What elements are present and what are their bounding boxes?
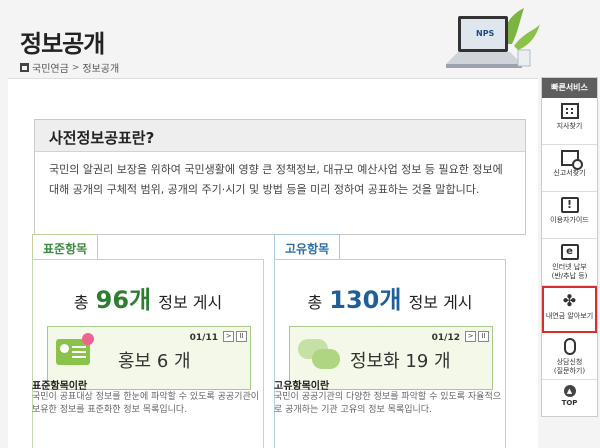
unique-panel: 총 130개 정보 게시 01/12 > II 정보화 19 개 bbox=[274, 259, 506, 448]
home-icon[interactable] bbox=[20, 63, 29, 72]
unique-desc-title: 고유항목이란 bbox=[274, 381, 330, 392]
standard-count-number: 96개 bbox=[95, 286, 152, 314]
quick-item-forms[interactable]: 신고서찾기 bbox=[542, 145, 597, 192]
chevron-right-icon: > bbox=[71, 62, 80, 73]
quick-item-sublabel: (반/추납 등) bbox=[551, 272, 588, 280]
page-title: 정보공개 bbox=[20, 30, 105, 58]
building-icon bbox=[560, 103, 579, 119]
quick-item-label: 상담신청 bbox=[556, 358, 583, 366]
quick-item-label: 인터넷 납부 bbox=[552, 263, 587, 271]
laptop-logo: NPS bbox=[476, 29, 495, 38]
count-prefix: 총 bbox=[307, 293, 323, 312]
breadcrumb: 국민연금 > 정보공개 bbox=[20, 60, 119, 75]
quick-item-label: 지사찾기 bbox=[556, 122, 583, 130]
page-header: 정보공개 국민연금 > 정보공개 NPS bbox=[0, 0, 600, 78]
banner-pause-button[interactable]: II bbox=[478, 331, 489, 342]
unique-desc-text: 국민이 공공기관의 다양한 정보를 파악할 수 있도록 자율적으로 공개하는 기… bbox=[274, 392, 502, 415]
mouse-icon bbox=[563, 338, 576, 355]
standard-panel: 총 96개 정보 게시 01/11 > II 홍보 6 개 bbox=[32, 259, 264, 448]
pre-disclosure-text: 국민의 알권리 보장을 위하여 국민생활에 영향 큰 정책정보, 대규모 예산사… bbox=[35, 152, 525, 208]
count-suffix: 정보 게시 bbox=[158, 293, 223, 312]
web-icon: e bbox=[560, 244, 579, 260]
speech-bubble-icon bbox=[312, 349, 340, 369]
banner-page-indicator: 01/11 bbox=[189, 333, 218, 343]
banner-pause-button[interactable]: II bbox=[236, 331, 247, 342]
unique-count: 총 130개 정보 게시 bbox=[275, 280, 505, 315]
banner-label[interactable]: 정보화 19 개 bbox=[350, 347, 451, 373]
laptop-illustration: NPS bbox=[446, 8, 540, 68]
badge-dot-icon bbox=[82, 333, 94, 345]
quick-item-guide[interactable]: ! 이용자가이드 bbox=[542, 192, 597, 239]
main-content: 사전정보공표란? 국민의 알권리 보장을 위하여 국민생활에 영향 큰 정책정보… bbox=[8, 78, 538, 448]
guide-icon: ! bbox=[560, 197, 579, 213]
quick-menu-title: 빠른서비스 bbox=[542, 78, 597, 98]
quick-item-label: 내연금 알아보기 bbox=[545, 312, 594, 320]
quick-item-branch[interactable]: 지사찾기 bbox=[542, 98, 597, 145]
standard-desc-text: 국민이 공표대상 정보를 한눈에 파악할 수 있도록 공공기관이 보유한 정보를… bbox=[32, 392, 260, 415]
quick-item-label: 신고서찾기 bbox=[553, 169, 586, 177]
unique-count-number: 130개 bbox=[329, 286, 402, 314]
count-suffix: 정보 게시 bbox=[408, 293, 473, 312]
tab-unique[interactable]: 고유항목 bbox=[274, 234, 341, 260]
top-button[interactable]: ▲ TOP bbox=[542, 380, 597, 410]
tab-standard[interactable]: 표준항목 bbox=[32, 234, 99, 260]
pre-disclosure-title: 사전정보공표란? bbox=[35, 120, 525, 152]
pre-disclosure-line: 국민의 알권리 보장을 위하여 국민생활에 영향 큰 정책정보, 대규모 예산사… bbox=[49, 163, 503, 176]
count-prefix: 총 bbox=[73, 293, 89, 312]
arrow-up-icon: ▲ bbox=[563, 385, 576, 397]
quick-item-consult[interactable]: 상담신청 (질문하기) bbox=[542, 333, 597, 380]
breadcrumb-item[interactable]: 정보공개 bbox=[82, 60, 119, 75]
breadcrumb-item[interactable]: 국민연금 bbox=[32, 60, 69, 75]
quick-item-payment[interactable]: e 인터넷 납부 (반/추납 등) bbox=[542, 239, 597, 286]
pre-disclosure-box: 사전정보공표란? 국민의 알권리 보장을 위하여 국민생활에 영향 큰 정책정보… bbox=[34, 119, 526, 235]
pre-disclosure-line: 대해 공개의 구체적 범위, 공개의 주기·시기 및 방법 등을 미리 정하여 … bbox=[49, 183, 480, 196]
search-document-icon bbox=[560, 150, 583, 170]
standard-desc-title: 표준항목이란 bbox=[32, 381, 88, 392]
quick-item-sublabel: (질문하기) bbox=[553, 367, 586, 375]
banner-label[interactable]: 홍보 6 개 bbox=[118, 347, 191, 373]
banner-next-button[interactable]: > bbox=[465, 331, 476, 342]
clover-icon: ✤ bbox=[562, 291, 577, 310]
banner-next-button[interactable]: > bbox=[223, 331, 234, 342]
banner-page-indicator: 01/12 bbox=[431, 333, 460, 343]
top-label: TOP bbox=[561, 399, 578, 407]
standard-count: 총 96개 정보 게시 bbox=[33, 280, 263, 315]
quick-item-label: 이용자가이드 bbox=[550, 216, 589, 224]
quick-menu: 빠른서비스 지사찾기 신고서찾기 ! 이용자가이드 e 인터넷 납부 (반/추납… bbox=[541, 77, 598, 417]
quick-item-my-pension[interactable]: ✤ 내연금 알아보기 bbox=[542, 286, 597, 333]
